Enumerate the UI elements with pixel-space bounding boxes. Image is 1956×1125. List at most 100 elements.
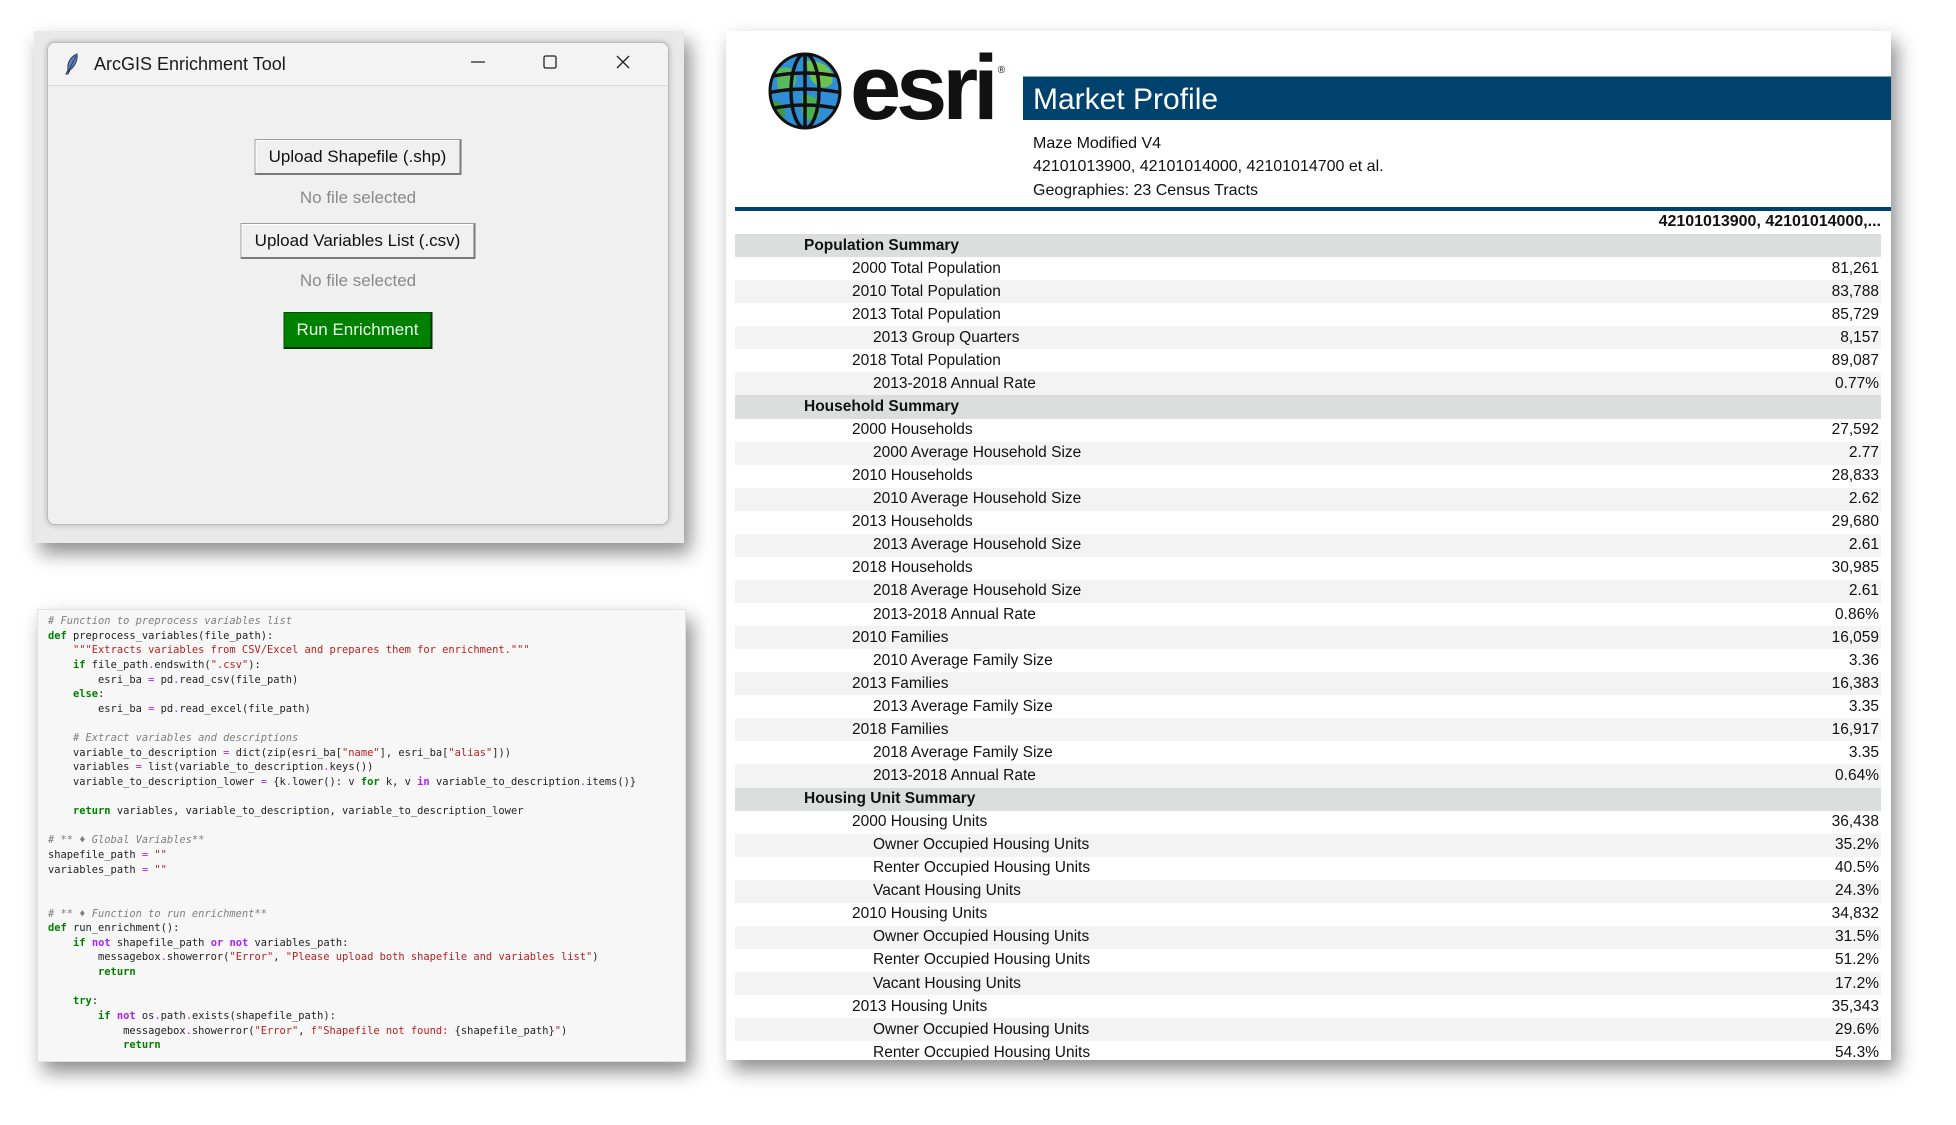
run-enrichment-button[interactable]: Run Enrichment [283, 312, 433, 349]
row-label: 2000 Total Population [852, 259, 1001, 277]
row-label: 2018 Total Population [852, 351, 1001, 369]
table-row: Owner Occupied Housing Units 29.6% [735, 1018, 1881, 1042]
row-value: 35.2% [1835, 836, 1879, 854]
code-keyword: return [123, 1039, 161, 1052]
code-text: variable_to_description [48, 746, 224, 759]
code-line: messagebox.showerror("Error", f"Shapefil… [48, 1024, 636, 1039]
code-text: variables_path [48, 863, 142, 876]
code-line: if not shapefile_path or not variables_p… [48, 936, 636, 951]
code-block: # Function to preprocess variables list d… [48, 614, 636, 1053]
code-keyword: not [116, 1009, 136, 1022]
row-value: 2.62 [1848, 490, 1879, 508]
code-text: variables, variable_to_description, vari… [110, 805, 524, 818]
row-value: 8,157 [1840, 328, 1879, 346]
row-label: Owner Occupied Housing Units [873, 928, 1090, 946]
table-row: 2013 Total Population 85,729 [735, 303, 1881, 326]
row-label: 2013 Families [852, 674, 949, 692]
code-keyword: def [48, 922, 67, 935]
code-text: shapefile_path [48, 849, 142, 861]
row-value: 3.35 [1848, 743, 1879, 761]
code-text: lower(): v [292, 775, 361, 788]
upload-shapefile-button[interactable]: Upload Shapefile (.shp) [254, 139, 462, 175]
table-row: 2013-2018 Annual Rate 0.77% [735, 372, 1881, 396]
code-keyword: return [98, 966, 136, 978]
table-row: 2018 Total Population 89,087 [735, 349, 1881, 372]
code-string: "alias" [448, 746, 493, 759]
row-value: 16,917 [1831, 720, 1879, 738]
table-row: 2010 Average Household Size 2.62 [735, 487, 1881, 511]
section-header-row: Household Summary [735, 395, 1881, 419]
minimize-button[interactable] [448, 43, 508, 85]
code-line: try: [48, 994, 636, 1009]
row-value: 36,438 [1831, 813, 1879, 831]
code-string: "Please upload both shapefile and variab… [285, 951, 593, 964]
code-comment: # Function to preprocess variables list [48, 615, 292, 627]
code-text: : [91, 995, 99, 1008]
code-text: os [135, 1009, 155, 1022]
row-label: Vacant Housing Units [873, 974, 1021, 992]
maximize-button[interactable] [520, 43, 580, 85]
table-row: 2010 Housing Units 34,832 [735, 903, 1881, 926]
table-row: 2013 Average Household Size 2.61 [735, 533, 1881, 557]
code-comment: # Extract variables and descriptions [73, 732, 299, 744]
table-row: 2000 Average Household Size 2.77 [735, 441, 1881, 465]
code-line: variables_path = "" [48, 863, 636, 878]
section-header-row: Housing Unit Summary [735, 787, 1881, 811]
row-label: Renter Occupied Housing Units [873, 859, 1091, 877]
row-value: 89,087 [1831, 351, 1879, 369]
code-text: ): [248, 658, 261, 671]
code-string: "" [154, 849, 167, 861]
close-button[interactable] [593, 43, 653, 85]
row-label: 2000 Average Household Size [873, 444, 1082, 462]
table-row: 2000 Households 27,592 [735, 419, 1881, 442]
row-label: Owner Occupied Housing Units [873, 836, 1090, 854]
table-row: 2013 Group Quarters 8,157 [735, 326, 1881, 350]
code-keyword: try [73, 995, 92, 1008]
code-line: esri_ba = pd.read_excel(file_path) [48, 702, 636, 717]
code-line: esri_ba = pd.read_csv(file_path) [48, 673, 636, 688]
row-label: 2018 Households [852, 559, 973, 577]
shapefile-status-label: No file selected [299, 188, 417, 207]
code-text: variables_path: [248, 936, 349, 949]
report-subtitle-name: Maze Modified V4 [1033, 135, 1162, 152]
code-text: run_enrichment(): [66, 922, 180, 935]
section-title: Population Summary [804, 236, 960, 254]
code-text: read_csv(file_path) [179, 673, 299, 686]
table-row: 2010 Total Population 83,788 [735, 280, 1881, 304]
row-label: 2013 Housing Units [852, 997, 988, 1015]
code-text: esri_ba [48, 673, 149, 686]
table-row: Owner Occupied Housing Units 35.2% [735, 833, 1881, 857]
code-keyword: not [229, 936, 249, 949]
row-value: 16,059 [1831, 628, 1879, 646]
code-string: "" [154, 863, 167, 876]
row-label: Owner Occupied Housing Units [873, 1020, 1090, 1038]
code-text: read_excel(file_path) [179, 702, 311, 715]
table-row: Renter Occupied Housing Units 54.3% [735, 1041, 1881, 1060]
code-text: esri_ba [48, 702, 149, 715]
upload-variables-button[interactable]: Upload Variables List (.csv) [240, 223, 476, 259]
feather-icon [64, 53, 80, 80]
code-line: # Function to preprocess variables list [48, 614, 636, 629]
enrichment-tool-screenshot: ArcGIS Enrichment Tool Upload Shapefile … [34, 31, 684, 543]
row-value: 24.3% [1835, 882, 1879, 900]
code-line: def preprocess_variables(file_path): [48, 629, 636, 644]
code-keyword: if [73, 658, 86, 671]
code-text: : [98, 688, 105, 701]
code-line: else: [48, 687, 636, 702]
table-row: 2013 Average Family Size 3.35 [735, 695, 1881, 718]
code-keyword: else [73, 688, 99, 701]
code-line: return [48, 965, 636, 980]
code-text: endswith( [154, 658, 211, 671]
row-value: 81,261 [1831, 259, 1879, 277]
code-keyword: or [210, 936, 224, 949]
row-value: 3.36 [1848, 651, 1879, 669]
code-keyword: in [417, 775, 430, 788]
code-line: return variables, variable_to_descriptio… [48, 804, 636, 819]
report-subtitle-geographies: Geographies: 23 Census Tracts [1033, 182, 1259, 199]
table-row: 2013 Families 16,383 [735, 672, 1881, 696]
